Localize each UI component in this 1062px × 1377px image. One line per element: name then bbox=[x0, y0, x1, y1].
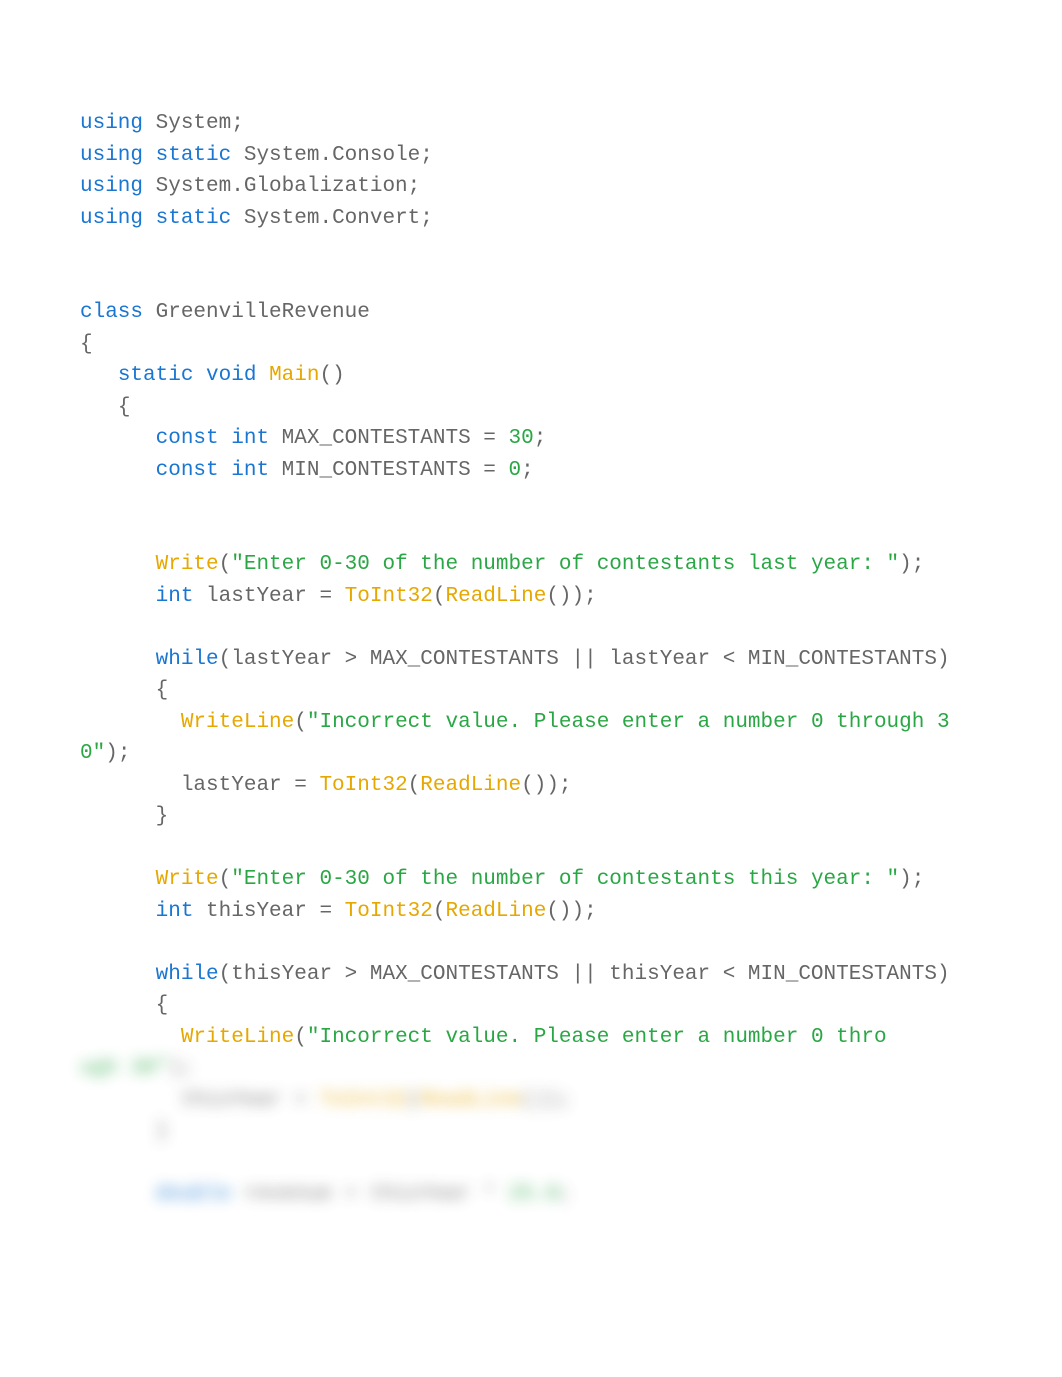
kw-void: void bbox=[206, 364, 256, 387]
indent bbox=[80, 1026, 181, 1049]
brace: { bbox=[80, 679, 168, 702]
indent bbox=[80, 711, 181, 734]
class-name: GreenvilleRevenue bbox=[143, 301, 370, 324]
paren: ( bbox=[294, 1026, 307, 1049]
var-name: revenue = thisYear * bbox=[231, 1183, 508, 1206]
fn-writeline: WriteLine bbox=[181, 1026, 294, 1049]
indent bbox=[80, 1183, 156, 1206]
kw-static: static bbox=[118, 364, 194, 387]
semi: ; bbox=[521, 459, 534, 482]
brace: } bbox=[80, 1120, 168, 1143]
fn-toint32: ToInt32 bbox=[345, 900, 433, 923]
tail: ()); bbox=[521, 774, 571, 797]
tail: ); bbox=[105, 742, 130, 765]
condition: (thisYear > MAX_CONTESTANTS || thisYear … bbox=[219, 963, 950, 986]
number-literal: 30 bbox=[509, 427, 534, 450]
var-name: thisYear = bbox=[193, 900, 344, 923]
fn-readline: ReadLine bbox=[446, 585, 547, 608]
kw-while: while bbox=[156, 648, 219, 671]
kw-using: using bbox=[80, 144, 143, 167]
kw-int: int bbox=[231, 459, 269, 482]
kw-class: class bbox=[80, 301, 143, 324]
text: System.Globalization; bbox=[143, 175, 420, 198]
fn-readline: ReadLine bbox=[446, 900, 547, 923]
brace: } bbox=[80, 805, 168, 828]
fn-main: Main bbox=[269, 364, 319, 387]
var-name: MIN_CONTESTANTS = bbox=[269, 459, 508, 482]
indent bbox=[80, 427, 156, 450]
kw-int: int bbox=[156, 900, 194, 923]
var-name: lastYear = bbox=[193, 585, 344, 608]
fn-write: Write bbox=[156, 868, 219, 891]
fn-write: Write bbox=[156, 553, 219, 576]
kw-double: double bbox=[156, 1183, 232, 1206]
fn-toint32: ToInt32 bbox=[319, 774, 407, 797]
kw-const: const bbox=[156, 459, 219, 482]
paren: ( bbox=[219, 868, 232, 891]
code-block: using System; using static System.Consol… bbox=[80, 108, 982, 1211]
parens: () bbox=[320, 364, 345, 387]
kw-while: while bbox=[156, 963, 219, 986]
fn-writeline: WriteLine bbox=[181, 711, 294, 734]
fn-readline: ReadLine bbox=[420, 774, 521, 797]
fn-toint32: ToInt32 bbox=[345, 585, 433, 608]
indent bbox=[80, 900, 156, 923]
tail: ()); bbox=[546, 585, 596, 608]
kw-int: int bbox=[231, 427, 269, 450]
paren: ( bbox=[408, 1089, 421, 1112]
number-literal: 0 bbox=[509, 459, 522, 482]
kw-using: using bbox=[80, 112, 143, 135]
fn-readline: ReadLine bbox=[420, 1089, 521, 1112]
tail: ); bbox=[899, 553, 924, 576]
string-literal: ugh 30" bbox=[80, 1057, 168, 1080]
indent bbox=[80, 963, 156, 986]
string-literal: "Enter 0-30 of the number of contestants… bbox=[231, 868, 899, 891]
semi: ; bbox=[559, 1183, 572, 1206]
brace: { bbox=[80, 994, 168, 1017]
indent bbox=[80, 648, 156, 671]
condition: (lastYear > MAX_CONTESTANTS || lastYear … bbox=[219, 648, 950, 671]
paren: ( bbox=[408, 774, 421, 797]
semi: ; bbox=[534, 427, 547, 450]
kw-int: int bbox=[156, 585, 194, 608]
tail: ()); bbox=[546, 900, 596, 923]
indent bbox=[80, 553, 156, 576]
string-literal: "Incorrect value. Please enter a number … bbox=[307, 1026, 887, 1049]
brace: { bbox=[80, 396, 130, 419]
brace: { bbox=[80, 333, 93, 356]
text: System; bbox=[143, 112, 244, 135]
indent bbox=[80, 868, 156, 891]
kw-static: static bbox=[156, 207, 232, 230]
paren: ( bbox=[433, 585, 446, 608]
kw-using: using bbox=[80, 207, 143, 230]
string-literal: "Enter 0-30 of the number of contestants… bbox=[231, 553, 899, 576]
paren: ( bbox=[219, 553, 232, 576]
kw-using: using bbox=[80, 175, 143, 198]
assign: thisYear = bbox=[80, 1089, 319, 1112]
kw-const: const bbox=[156, 427, 219, 450]
var-name: MAX_CONTESTANTS = bbox=[269, 427, 508, 450]
tail: ); bbox=[899, 868, 924, 891]
assign: lastYear = bbox=[80, 774, 319, 797]
kw-static: static bbox=[156, 144, 232, 167]
blurred-code-region: ugh 30"); thisYear = ToInt32(ReadLine())… bbox=[80, 1057, 572, 1206]
indent bbox=[80, 459, 156, 482]
text: System.Convert; bbox=[231, 207, 433, 230]
indent bbox=[80, 585, 156, 608]
text: System.Console; bbox=[231, 144, 433, 167]
tail: ()); bbox=[521, 1089, 571, 1112]
indent bbox=[80, 364, 118, 387]
tail: ); bbox=[168, 1057, 193, 1080]
fn-toint32: ToInt32 bbox=[319, 1089, 407, 1112]
paren: ( bbox=[294, 711, 307, 734]
code-document: using System; using static System.Consol… bbox=[0, 0, 1062, 1251]
paren: ( bbox=[433, 900, 446, 923]
number-literal: 25.0 bbox=[509, 1183, 559, 1206]
